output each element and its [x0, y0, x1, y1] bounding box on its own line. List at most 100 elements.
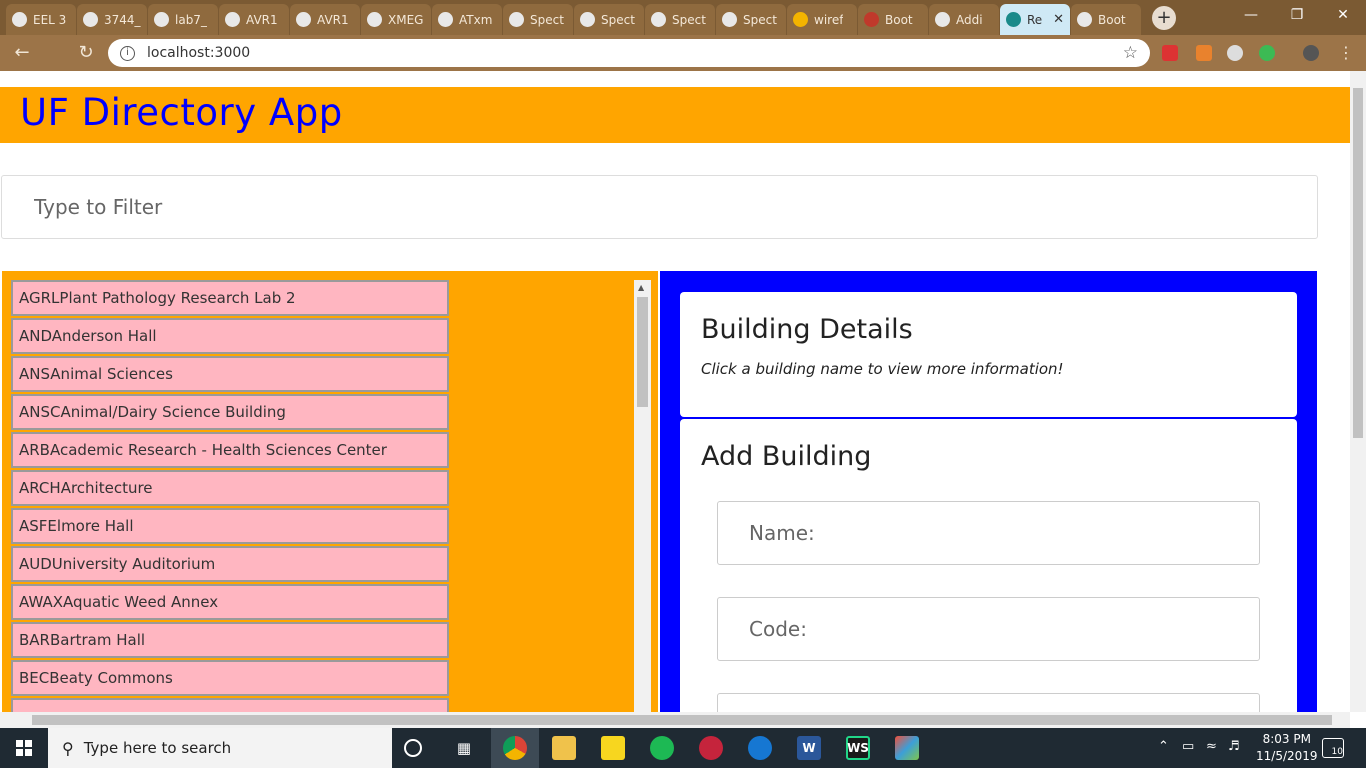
building-details-hint: Click a building name to view more infor…	[701, 360, 1064, 378]
sticky-notes-icon[interactable]	[601, 736, 625, 760]
browser-menu-icon[interactable]: ⋮	[1332, 39, 1360, 67]
browser-tab[interactable]: AVR1	[219, 4, 289, 35]
building-list-item[interactable]: BARBartram Hall	[11, 622, 449, 658]
metamask-extension-icon[interactable]	[1196, 45, 1212, 61]
github-icon	[935, 12, 950, 27]
browser-tab[interactable]: Boot	[858, 4, 928, 35]
taskbar-search[interactable]: ⚲ Type here to search	[48, 728, 392, 768]
close-tab-icon[interactable]: ✕	[1053, 12, 1064, 27]
details-panel: Building Details Click a building name t…	[660, 271, 1317, 712]
windows-taskbar: ⚲ Type here to search ▦ W WS ⌃ ▭ ≈ ♬ 8:0…	[0, 728, 1366, 768]
browser-tab[interactable]: Re ✕	[1000, 4, 1070, 35]
building-name: Animal/Dairy Science Building	[60, 403, 286, 421]
building-code: ARCH	[19, 479, 61, 497]
browser-tab[interactable]: Spect	[716, 4, 786, 35]
add-building-title: Add Building	[701, 441, 872, 472]
building-list-item[interactable]: ANSAnimal Sciences	[11, 356, 449, 392]
extension-icon[interactable]	[1227, 45, 1243, 61]
notification-count: 10	[1331, 747, 1343, 757]
file-explorer-icon[interactable]	[552, 736, 576, 760]
battery-icon[interactable]: ▭	[1182, 739, 1194, 754]
browser-tab[interactable]: AVR1	[290, 4, 360, 35]
building-list-item[interactable]: ASFElmore Hall	[11, 508, 449, 544]
git-icon[interactable]	[895, 736, 919, 760]
shield-extension-icon[interactable]	[1259, 45, 1275, 61]
browser-tab[interactable]: Boot	[1071, 4, 1141, 35]
building-list-item[interactable]: ARCHArchitecture	[11, 470, 449, 506]
filter-input[interactable]	[1, 175, 1318, 239]
webstorm-icon[interactable]: WS	[846, 736, 870, 760]
new-tab-button[interactable]: +	[1152, 6, 1176, 30]
browser-tab[interactable]: XMEG	[361, 4, 431, 35]
building-code: AGRL	[19, 289, 60, 307]
name-input[interactable]	[717, 501, 1260, 565]
browser-tab[interactable]: EEL 3	[6, 4, 76, 35]
spotify-icon[interactable]	[650, 736, 674, 760]
edge-icon[interactable]	[748, 736, 772, 760]
building-name: Animal Sciences	[50, 365, 173, 383]
browser-tab[interactable]: Spect	[645, 4, 715, 35]
building-name: Beaty Commons	[49, 669, 173, 687]
browser-tab[interactable]: lab7_	[148, 4, 218, 35]
browser-tab[interactable]: ATxm	[432, 4, 502, 35]
browser-tab-label: lab7_	[175, 12, 207, 27]
github-icon	[509, 12, 524, 27]
chrome-icon[interactable]	[503, 736, 527, 760]
globe-icon	[12, 12, 27, 27]
minimize-button[interactable]: —	[1228, 0, 1274, 30]
globe-icon	[438, 12, 453, 27]
search-icon: ⚲	[62, 738, 74, 758]
building-list-item[interactable]: ANSCAnimal/Dairy Science Building	[11, 394, 449, 430]
list-scrollbar[interactable]: ▲	[634, 280, 651, 712]
maximize-button[interactable]: ❐	[1274, 0, 1320, 30]
browser-tab[interactable]: Spect	[503, 4, 573, 35]
browser-tab-label: Spect	[530, 12, 564, 27]
start-button[interactable]	[0, 728, 48, 768]
profile-avatar[interactable]	[1303, 45, 1319, 61]
extra-input[interactable]	[717, 693, 1260, 712]
building-list-panel: AGRLPlant Pathology Research Lab 2 ANDAnd…	[2, 271, 658, 712]
list-scrollbar-thumb[interactable]	[637, 297, 648, 407]
browser-tab[interactable]: Addi	[929, 4, 999, 35]
system-clock[interactable]: 8:03 PM 11/5/2019	[1256, 731, 1318, 765]
browser-tab-label: 3744_	[104, 12, 141, 27]
building-list-item[interactable]: BECBeaty Commons	[11, 660, 449, 696]
pocket-extension-icon[interactable]	[1162, 45, 1178, 61]
browser-tab-label: Spect	[601, 12, 635, 27]
page-horizontal-scrollbar[interactable]	[0, 712, 1350, 728]
browser-tab[interactable]: 3744_	[77, 4, 147, 35]
notifications-icon[interactable]: 10	[1322, 738, 1344, 758]
building-list-item[interactable]: AWAXAquatic Weed Annex	[11, 584, 449, 620]
site-info-icon[interactable]: i	[120, 45, 135, 61]
building-list-item[interactable]: ARBAcademic Research - Health Sciences C…	[11, 432, 449, 468]
back-button[interactable]: ←	[8, 39, 36, 67]
bookmark-star-icon[interactable]: ☆	[1123, 43, 1138, 63]
browser-tab[interactable]: Spect	[574, 4, 644, 35]
app-icon[interactable]	[699, 736, 723, 760]
wifi-icon[interactable]: ≈	[1206, 739, 1217, 754]
building-name: Academic Research - Health Sciences Cent…	[49, 441, 387, 459]
close-window-button[interactable]: ✕	[1320, 0, 1366, 30]
building-list-item[interactable]: ANDAnderson Hall	[11, 318, 449, 354]
reload-button[interactable]: ↻	[72, 39, 100, 67]
clock-time: 8:03 PM	[1262, 732, 1311, 746]
tray-chevron-icon[interactable]: ⌃	[1158, 739, 1169, 754]
page-vertical-scrollbar-thumb[interactable]	[1353, 88, 1363, 438]
browser-tab-label: AVR1	[317, 12, 349, 27]
building-list: AGRLPlant Pathology Research Lab 2 ANDAnd…	[11, 280, 651, 712]
task-view-icon[interactable]: ▦	[452, 736, 476, 760]
address-bar[interactable]: i localhost:3000 ☆	[108, 39, 1150, 67]
page-vertical-scrollbar[interactable]	[1350, 71, 1366, 712]
scroll-up-icon[interactable]: ▲	[638, 283, 644, 292]
browser-toolbar: ← ↻ i localhost:3000 ☆ ⋮	[0, 35, 1366, 71]
building-list-item[interactable]	[11, 698, 449, 712]
browser-tab[interactable]: wiref	[787, 4, 857, 35]
word-icon[interactable]: W	[797, 736, 821, 760]
cortana-icon[interactable]	[404, 739, 422, 757]
building-list-item[interactable]: AGRLPlant Pathology Research Lab 2	[11, 280, 449, 316]
page-horizontal-scrollbar-thumb[interactable]	[32, 715, 1332, 725]
volume-icon[interactable]: ♬	[1228, 739, 1240, 754]
building-list-item[interactable]: AUDUniversity Auditorium	[11, 546, 449, 582]
code-input[interactable]	[717, 597, 1260, 661]
building-name: Anderson Hall	[51, 327, 157, 345]
